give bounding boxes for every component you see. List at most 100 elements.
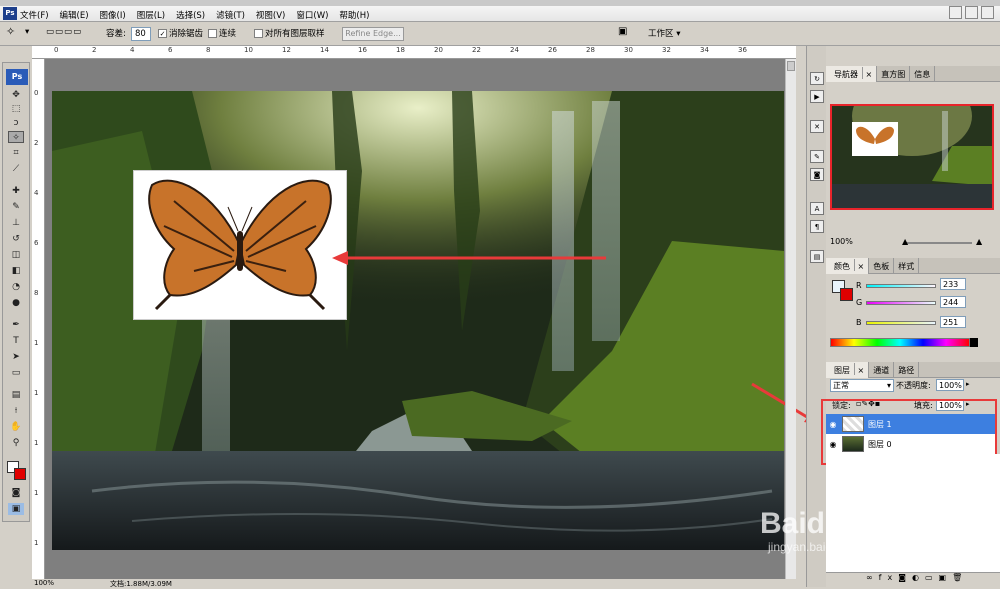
color-bg-swatch[interactable]	[840, 288, 853, 301]
ruler-tick: 34	[700, 46, 709, 54]
tab-histogram[interactable]: 直方图	[877, 66, 911, 82]
background-color-swatch[interactable]	[14, 468, 26, 480]
photoshop-app-icon[interactable]: Ps	[3, 7, 17, 20]
close-button[interactable]	[981, 6, 994, 19]
contiguous-checkbox[interactable]: 连续	[208, 27, 236, 39]
window-controls	[946, 6, 994, 19]
slice-tool-icon[interactable]: ⟋	[8, 163, 24, 175]
selection-mode-icons[interactable]: ▭▭▭▭	[46, 27, 82, 37]
g-slider[interactable]	[866, 301, 936, 305]
clone-source-icon[interactable]: ◙	[810, 168, 824, 181]
tab-color[interactable]: 颜色 ×	[826, 258, 870, 274]
magic-wand-tool-icon[interactable]: ✧	[6, 25, 15, 38]
b-slider[interactable]	[866, 321, 936, 325]
workspace-button[interactable]: 工作区 ▾	[648, 27, 680, 39]
character-panel-icon[interactable]: A	[810, 202, 824, 215]
menu-select[interactable]: 选择(S)	[176, 9, 205, 21]
healing-brush-icon[interactable]: ✚	[8, 185, 24, 197]
r-value[interactable]: 233	[940, 278, 966, 290]
ruler-tick: 6	[168, 46, 173, 54]
menu-edit[interactable]: 编辑(E)	[60, 9, 89, 21]
shape-tool-icon[interactable]: ▭	[8, 367, 24, 379]
blend-mode-select[interactable]: 正常 ▾	[830, 379, 894, 392]
menu-layer[interactable]: 图层(L)	[137, 9, 165, 21]
tab-channels[interactable]: 通道	[869, 362, 895, 378]
crop-tool-icon[interactable]: ⌗	[8, 147, 24, 159]
opacity-input[interactable]: 100%	[936, 379, 964, 391]
quick-mask-icon[interactable]: ◙	[8, 487, 24, 499]
layer-comps-icon[interactable]: ▤	[810, 250, 824, 263]
minimize-button[interactable]	[949, 6, 962, 19]
tolerance-input[interactable]: 80	[131, 27, 151, 41]
brush-tool-icon[interactable]: ✎	[8, 201, 24, 213]
screen-mode-icon[interactable]: ▣	[8, 503, 24, 515]
annotation-arrow-left	[332, 251, 606, 265]
navigator-zoom-slider[interactable]	[906, 242, 972, 244]
tool-preset-dropdown[interactable]: ▾	[25, 27, 29, 37]
clone-stamp-icon[interactable]: ⊥	[8, 217, 24, 229]
move-tool-icon[interactable]: ✥	[8, 89, 24, 101]
zoom-out-icon[interactable]: ▲	[902, 237, 908, 246]
hand-tool-icon[interactable]: ✋	[8, 421, 24, 433]
opacity-dropdown-icon[interactable]: ▸	[966, 380, 970, 388]
color-ramp-black[interactable]	[970, 338, 978, 347]
magic-wand-icon[interactable]: ✧	[8, 131, 24, 143]
g-label: G	[856, 298, 863, 307]
g-value[interactable]: 244	[940, 296, 966, 308]
workspace-label: 工作区	[648, 29, 674, 39]
b-label: B	[856, 318, 862, 327]
photoshop-logo: Ps	[6, 69, 28, 85]
tool-presets-icon[interactable]: ✕	[810, 120, 824, 133]
marquee-tool-icon[interactable]: ⬚	[8, 103, 24, 115]
zoom-in-icon[interactable]: ▲	[976, 237, 982, 246]
lasso-tool-icon[interactable]: ↄ	[8, 117, 24, 129]
notes-tool-icon[interactable]: ▤	[8, 389, 24, 401]
refine-edge-button[interactable]: Refine Edge...	[342, 27, 404, 41]
tab-swatches[interactable]: 色板	[869, 258, 895, 274]
menu-file[interactable]: 文件(F)	[20, 9, 49, 21]
tools-panel: Ps ✥ ⬚ ↄ ✧ ⌗ ⟋ ✚ ✎ ⊥ ↺ ◫ ◧ ◔ ● ✒ T ➤ ▭ ▤…	[2, 62, 30, 522]
dodge-tool-icon[interactable]: ●	[8, 297, 24, 309]
actions-panel-icon[interactable]: ▶	[810, 90, 824, 103]
ruler-tick: 28	[586, 46, 595, 54]
ruler-tick: 18	[396, 46, 405, 54]
blur-tool-icon[interactable]: ◔	[8, 281, 24, 293]
tab-paths[interactable]: 路径	[894, 362, 920, 378]
ruler-tick: 20	[434, 46, 443, 54]
menu-view[interactable]: 视图(V)	[256, 9, 285, 21]
menu-help[interactable]: 帮助(H)	[339, 9, 369, 21]
eyedropper-icon[interactable]: ⟊	[8, 405, 24, 417]
history-brush-icon[interactable]: ↺	[8, 233, 24, 245]
menu-window[interactable]: 窗口(W)	[296, 9, 328, 21]
paragraph-panel-icon[interactable]: ¶	[810, 220, 824, 233]
brushes-panel-icon[interactable]: ✎	[810, 150, 824, 163]
b-value[interactable]: 251	[940, 316, 966, 328]
antialias-checkbox[interactable]: ✓ 消除锯齿	[158, 27, 203, 39]
layers-footer-icons[interactable]: ∞fx◙◐▭▣🗑	[826, 572, 1000, 587]
zoom-readout[interactable]: 100%	[34, 579, 54, 587]
history-panel-icon[interactable]: ↻	[810, 72, 824, 85]
butterfly-layer-image[interactable]	[133, 170, 347, 320]
navigator-zoom[interactable]: 100%	[830, 237, 853, 246]
zoom-tool-icon[interactable]: ⚲	[8, 437, 24, 449]
eraser-tool-icon[interactable]: ◫	[8, 249, 24, 261]
menu-image[interactable]: 图像(I)	[100, 9, 126, 21]
tab-layers[interactable]: 图层 ×	[826, 362, 870, 378]
tab-styles[interactable]: 样式	[894, 258, 920, 274]
sample-all-layers-checkbox[interactable]: 对所有图层取样	[254, 27, 325, 39]
maximize-button[interactable]	[965, 6, 978, 19]
color-ramp[interactable]	[830, 338, 970, 347]
path-selection-icon[interactable]: ➤	[8, 351, 24, 363]
navigator-preview[interactable]	[830, 104, 994, 210]
r-slider[interactable]	[866, 284, 936, 288]
menu-filter[interactable]: 滤镜(T)	[216, 9, 245, 21]
gradient-tool-icon[interactable]: ◧	[8, 265, 24, 277]
pen-tool-icon[interactable]: ✒	[8, 319, 24, 331]
tab-navigator[interactable]: 导航器 ×	[826, 66, 878, 82]
type-tool-icon[interactable]: T	[8, 335, 24, 347]
tab-info[interactable]: 信息	[910, 66, 936, 82]
bridge-icon[interactable]: ▣	[618, 26, 627, 37]
menu-bar: Ps 文件(F) 编辑(E) 图像(I) 图层(L) 选择(S) 滤镜(T) 视…	[0, 0, 1000, 22]
status-bar: 100% 文档:1.88M/3.09M	[32, 579, 796, 588]
scroll-up-button[interactable]	[787, 61, 795, 71]
